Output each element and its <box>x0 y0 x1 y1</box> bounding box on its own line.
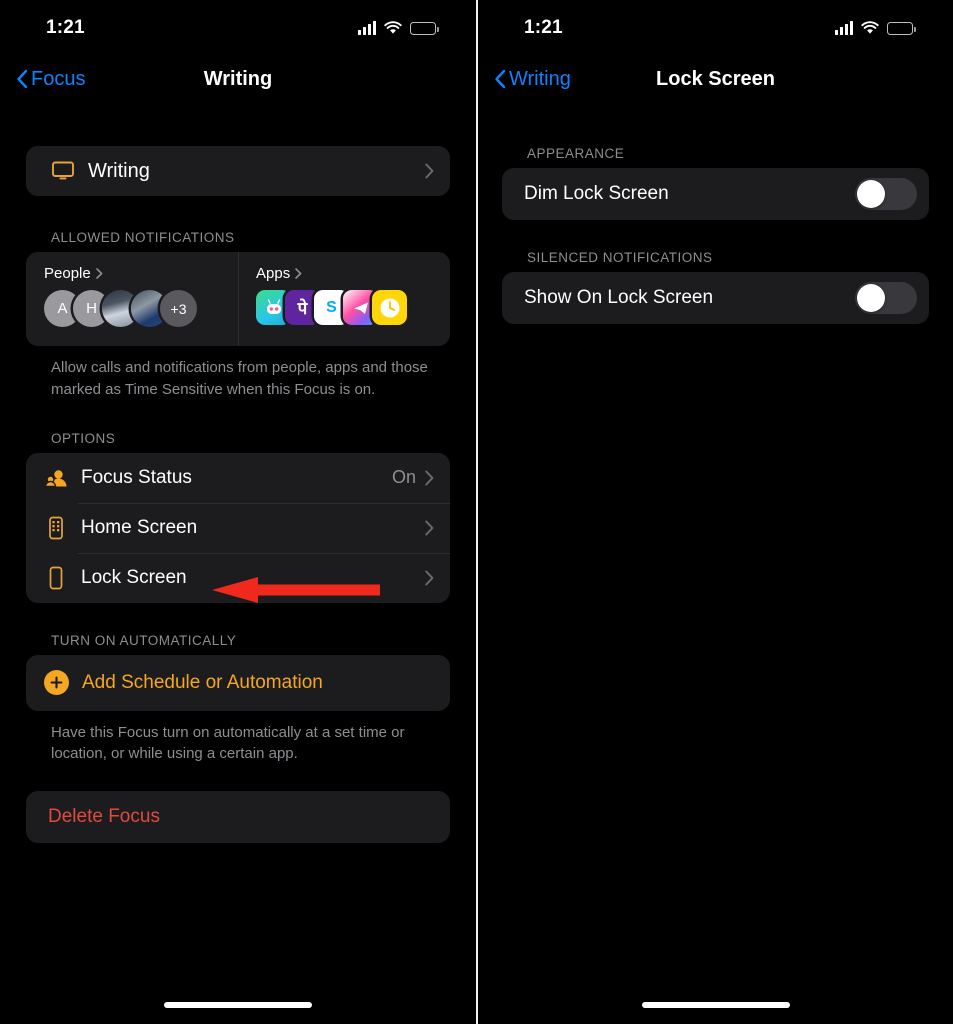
status-icons <box>358 21 439 35</box>
home-indicator <box>641 1002 790 1008</box>
delete-focus-label: Delete Focus <box>48 806 160 827</box>
option-row-focus-status[interactable]: Focus Status On <box>26 453 450 503</box>
section-header-allowed-notifications: ALLOWED NOTIFICATIONS <box>51 230 235 245</box>
chevron-left-icon <box>495 69 506 89</box>
focus-card: Writing <box>26 146 450 196</box>
focus-row-writing[interactable]: Writing <box>26 146 450 196</box>
people-avatars: A H +3 <box>44 290 238 327</box>
display-monitor-icon <box>50 160 76 182</box>
navigation-bar: Writing Lock Screen <box>478 56 953 102</box>
lock-screen-settings-content: APPEARANCE Dim Lock Screen SILENCED NOTI… <box>478 146 953 324</box>
people-label: People <box>44 265 91 282</box>
home-screen-phone-icon <box>43 516 69 540</box>
apps-label: Apps <box>256 265 291 282</box>
cellular-bars-icon <box>358 21 376 35</box>
status-time: 1:21 <box>524 17 563 38</box>
chevron-left-icon <box>17 69 28 89</box>
settings-content: Writing ALLOWED NOTIFICATIONS People A H… <box>0 146 476 843</box>
apps-title-row[interactable]: Apps <box>256 265 450 282</box>
option-value: On <box>391 467 416 487</box>
navigation-bar: Focus Writing <box>0 56 476 102</box>
plus-circle-icon <box>44 670 69 695</box>
status-bar: 1:21 <box>0 0 476 56</box>
option-row-lock-screen[interactable]: Lock Screen <box>26 552 450 603</box>
show-on-lock-screen-toggle[interactable] <box>855 282 917 314</box>
back-button-focus[interactable]: Focus <box>16 68 85 91</box>
allowed-notifications-card: People A H +3 Apps पे S <box>26 252 450 346</box>
avatar-overflow-count: +3 <box>160 290 197 327</box>
chevron-right-icon <box>425 520 434 535</box>
lock-screen-phone-icon <box>43 566 69 590</box>
row-dim-lock-screen[interactable]: Dim Lock Screen <box>502 168 929 220</box>
apps-panel[interactable]: Apps पे S <box>238 252 450 346</box>
chevron-right-icon <box>295 268 302 279</box>
chevron-right-icon <box>425 470 434 485</box>
delete-focus-button[interactable]: Delete Focus <box>26 791 450 843</box>
show-on-lock-screen-label: Show On Lock Screen <box>524 287 714 308</box>
people-title-row[interactable]: People <box>44 265 238 282</box>
battery-low-icon <box>887 21 916 35</box>
chevron-right-icon <box>95 268 103 279</box>
chevron-right-icon <box>425 163 434 179</box>
section-header-appearance: APPEARANCE <box>527 146 625 161</box>
silenced-notifications-card: Show On Lock Screen <box>502 272 929 324</box>
screenshot-stage: 1:21 Focus Writing Writing ALLOWED NOTIF… <box>0 0 953 1024</box>
options-card: Focus Status On Home Screen Lock Screen <box>26 452 450 603</box>
back-button-writing[interactable]: Writing <box>494 68 571 91</box>
phone-screen-lock-screen-settings: 1:21 Writing Lock Screen APPEARANCE Dim … <box>476 0 953 1024</box>
home-indicator <box>164 1002 312 1008</box>
chevron-right-icon <box>425 570 434 585</box>
section-header-silenced-notifications: SILENCED NOTIFICATIONS <box>527 250 713 265</box>
status-bar: 1:21 <box>478 0 953 56</box>
phone-screen-focus-writing: 1:21 Focus Writing Writing ALLOWED NOTIF… <box>0 0 476 1024</box>
back-button-label: Focus <box>31 67 86 90</box>
clock-app-icon <box>372 290 407 325</box>
row-show-on-lock-screen[interactable]: Show On Lock Screen <box>502 272 929 324</box>
section-header-options: OPTIONS <box>51 430 116 446</box>
delete-card: Delete Focus <box>26 791 450 843</box>
cellular-bars-icon <box>835 21 853 35</box>
add-schedule-or-automation-button[interactable]: Add Schedule or Automation <box>26 655 450 711</box>
option-label: Lock Screen <box>81 566 187 588</box>
status-icons <box>835 21 916 35</box>
back-button-label: Writing <box>509 67 571 90</box>
option-label: Focus Status <box>81 466 192 488</box>
dim-lock-screen-toggle[interactable] <box>855 178 917 210</box>
automation-footnote: Have this Focus turn on automatically at… <box>51 723 405 763</box>
status-time: 1:21 <box>46 17 85 38</box>
battery-low-icon <box>410 21 439 35</box>
option-row-home-screen[interactable]: Home Screen <box>26 502 450 553</box>
automation-card: Add Schedule or Automation <box>26 654 450 711</box>
allowed-notifications-footnote: Allow calls and notifications from peopl… <box>51 359 428 398</box>
dim-lock-screen-label: Dim Lock Screen <box>524 183 669 204</box>
apps-icons: पे S <box>256 290 450 325</box>
people-panel[interactable]: People A H +3 <box>26 252 238 346</box>
section-header-turn-on-automatically: TURN ON AUTOMATICALLY <box>51 632 237 648</box>
option-label: Home Screen <box>81 516 198 538</box>
wifi-icon <box>861 21 879 34</box>
add-schedule-label: Add Schedule or Automation <box>82 671 323 693</box>
focus-status-person-icon <box>43 467 69 489</box>
focus-row-label: Writing <box>88 159 150 182</box>
wifi-icon <box>384 21 402 34</box>
appearance-card: Dim Lock Screen <box>502 168 929 220</box>
